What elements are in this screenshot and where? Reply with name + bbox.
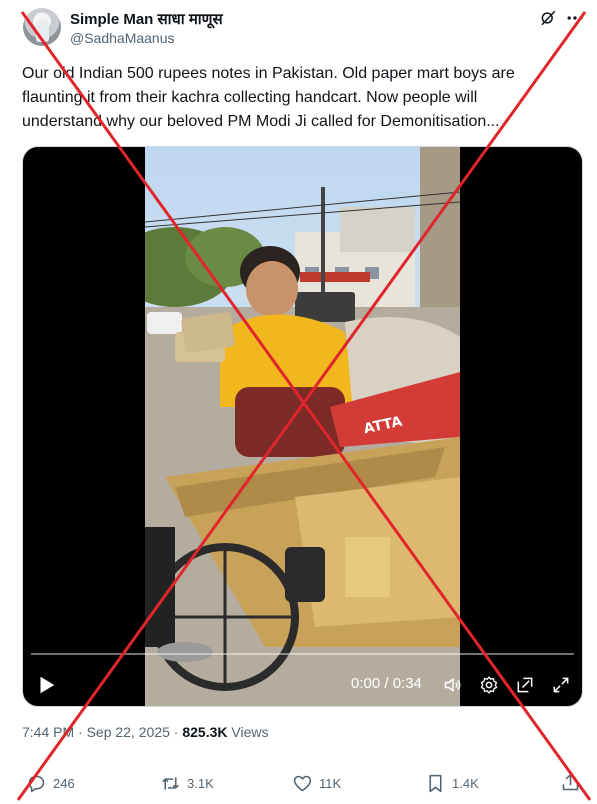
video-still: ATTA [145,147,460,706]
bookmark-button[interactable]: 1.4K [425,770,479,796]
like-icon [293,775,312,791]
tweet-date[interactable]: Sep 22, 2025 [87,724,170,740]
settings-icon[interactable] [479,675,499,695]
video-progress-bar[interactable] [31,653,574,655]
volume-icon[interactable] [443,675,463,695]
repost-icon [162,776,179,790]
bookmark-icon [429,774,442,792]
action-bar: 246 3.1K 11K 1.4K [0,770,597,798]
video-frame[interactable]: ATTA [145,147,460,706]
views-count: 825.3K [182,724,228,740]
play-icon[interactable] [35,674,57,696]
more-icon[interactable] [565,8,585,28]
repost-count: 3.1K [187,775,214,791]
reply-count: 246 [53,775,75,791]
share-icon[interactable] [560,772,581,793]
tweet-meta: 7:44 PM · Sep 22, 2025 · 825.3K Views [22,724,268,740]
repost-button[interactable]: 3.1K [160,770,214,796]
avatar[interactable] [23,8,61,46]
meta-separator: · [78,724,87,740]
tweet-time[interactable]: 7:44 PM [22,724,74,740]
fullscreen-icon[interactable] [551,675,571,695]
reply-button[interactable]: 246 [26,770,75,796]
video-player[interactable]: ATTA 0:00 / 0:34 [22,146,583,707]
like-count: 11K [319,775,342,791]
avatar-figure [36,20,49,42]
author-name[interactable]: Simple Man साधा माणूस [70,9,223,29]
pip-icon[interactable] [515,675,535,695]
tweet-text: Our old Indian 500 rupees notes in Pakis… [22,62,574,134]
bookmark-count: 1.4K [452,775,479,791]
video-time: 0:00 / 0:34 [351,675,422,692]
grok-icon[interactable] [539,9,557,27]
tweet-line: Our old Indian 500 rupees notes in Pakis… [22,65,515,82]
author-handle[interactable]: @SadhaMaanus [70,30,175,46]
views-label: Views [231,724,269,740]
tweet-line: flaunting it from their kachra collectin… [22,89,478,106]
like-button[interactable]: 11K [292,770,341,796]
reply-icon [28,775,45,792]
tweet-line: understand why our beloved PM Modi Ji ca… [22,113,500,130]
